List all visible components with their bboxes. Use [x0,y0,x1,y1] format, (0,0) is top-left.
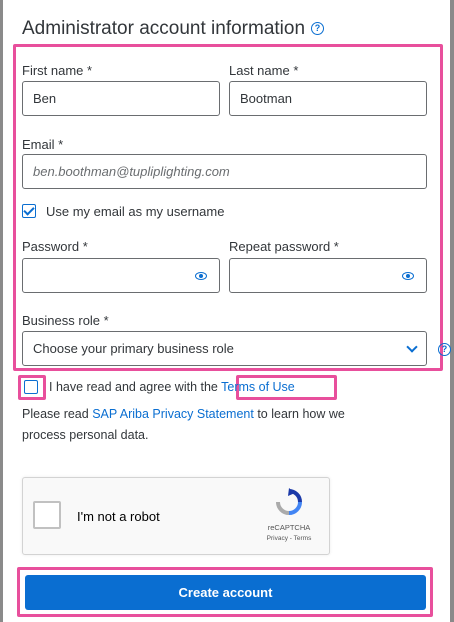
use-email-username-label: Use my email as my username [46,204,225,219]
recaptcha-brand: reCAPTCHA [267,523,311,532]
business-role-value: Choose your primary business role [33,341,234,356]
page-title-text: Administrator account information [22,18,306,39]
email-field[interactable]: ben.boothman@tupliplighting.com [22,154,427,189]
privacy-suffix: to learn how we [253,407,345,421]
terms-prefix: I have read and agree with the [49,380,218,394]
frame-right-border [450,0,454,622]
recaptcha-label: I'm not a robot [77,509,160,524]
first-name-label: First name * [22,63,93,78]
business-role-select[interactable]: Choose your primary business role [22,331,427,366]
email-label: Email * [22,137,64,152]
first-name-field[interactable]: Ben [22,81,220,116]
recaptcha-logo-icon [276,488,302,515]
password-label: Password * [22,239,88,254]
eye-icon[interactable] [402,272,414,280]
repeat-password-label: Repeat password * [229,239,339,254]
privacy-line-2: process personal data. [22,428,149,442]
privacy-statement-link[interactable]: SAP Ariba Privacy Statement [92,407,254,421]
password-field[interactable] [22,258,220,293]
chevron-down-icon [406,341,418,353]
recaptcha-checkbox[interactable] [33,501,61,529]
terms-text: I have read and agree with the Terms of … [49,380,295,394]
eye-icon[interactable] [195,272,207,280]
frame-left-border [0,0,3,622]
repeat-password-field[interactable] [229,258,427,293]
last-name-field[interactable]: Bootman [229,81,427,116]
help-circle-icon[interactable]: ? [311,22,325,36]
page-title: Administrator account information? [22,18,325,40]
privacy-prefix: Please read [22,407,93,421]
privacy-line-1: Please read SAP Ariba Privacy Statement … [22,407,345,421]
help-circle-icon[interactable]: ? [438,343,451,356]
use-email-username-checkbox[interactable] [22,204,36,218]
last-name-label: Last name * [229,63,299,78]
recaptcha-terms[interactable]: Privacy - Terms [259,535,319,542]
recaptcha-widget: I'm not a robot reCAPTCHA Privacy - Term… [22,477,330,555]
business-role-label: Business role * [22,313,109,328]
terms-checkbox[interactable] [24,380,38,394]
terms-of-use-link[interactable]: Terms of Use [221,380,295,394]
create-account-button[interactable]: Create account [25,575,426,610]
